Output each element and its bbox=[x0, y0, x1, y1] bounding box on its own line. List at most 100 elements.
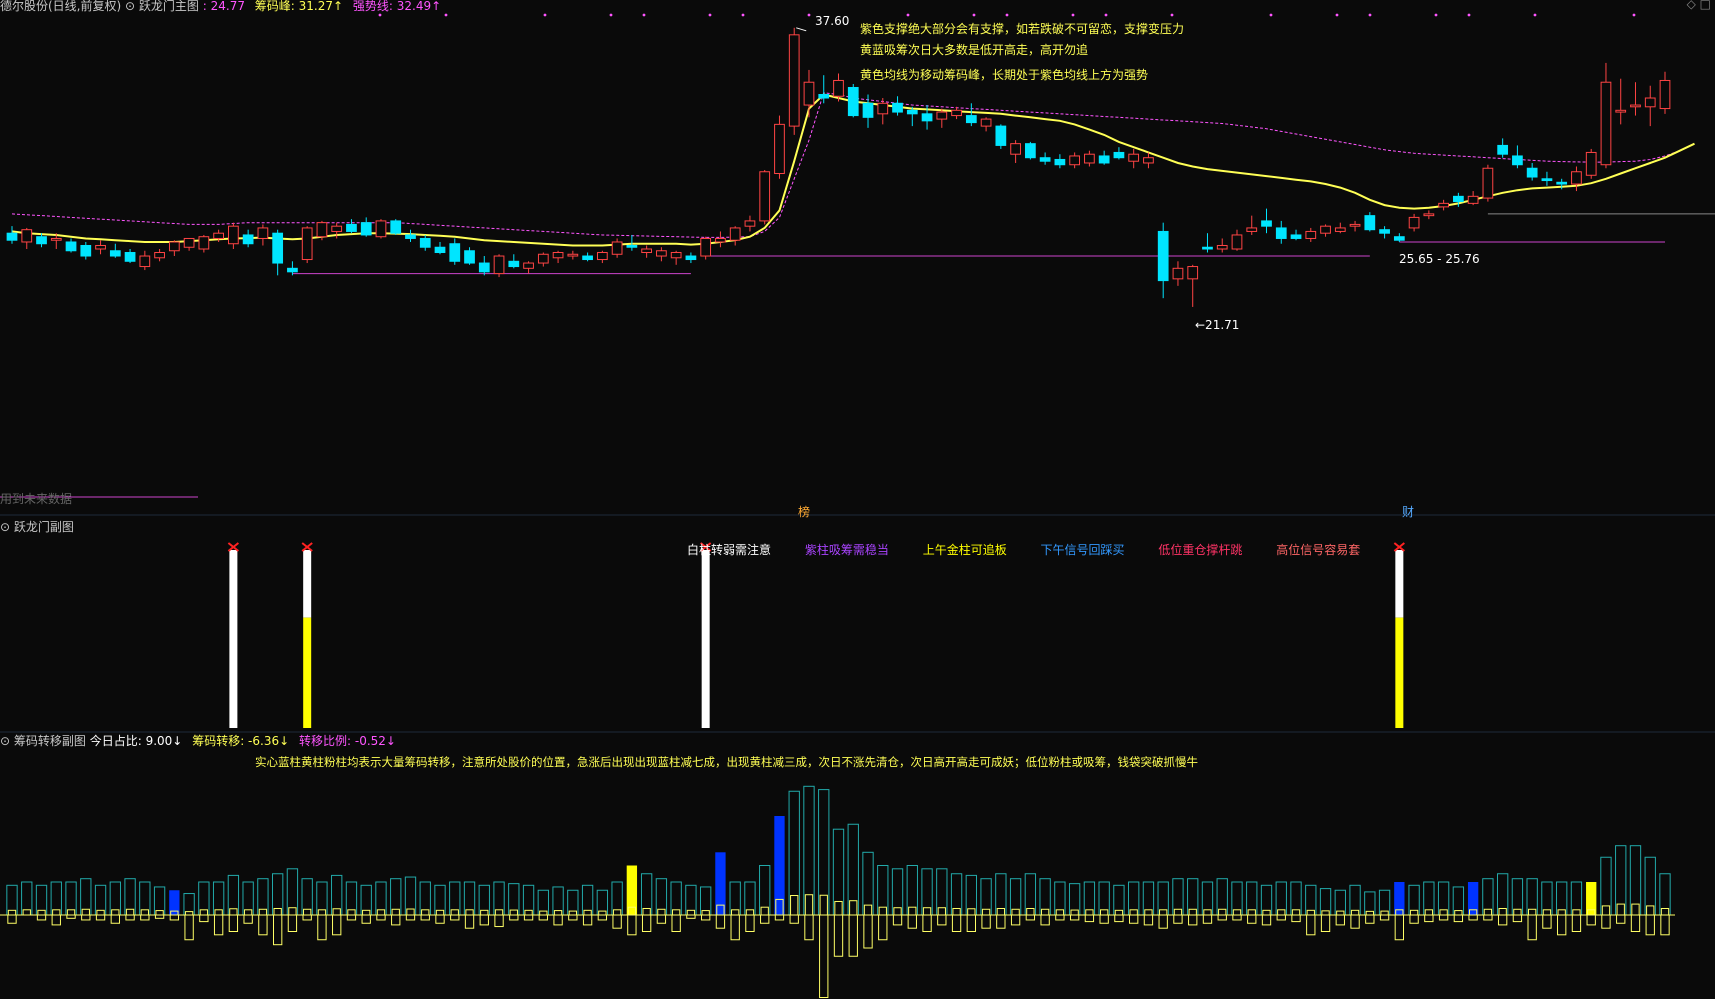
main-indicator-name[interactable]: 跃龙门主图 bbox=[139, 0, 199, 13]
candle-body bbox=[1010, 143, 1021, 155]
chip-transfer-negative-bar bbox=[1173, 914, 1183, 924]
candle-body bbox=[1585, 151, 1597, 176]
window-control-icon[interactable]: ◇ □ bbox=[1687, 0, 1711, 11]
chip-transfer-inner-bar bbox=[1498, 908, 1507, 916]
chip-transfer-negative-bar bbox=[538, 914, 548, 921]
candle-body bbox=[626, 244, 638, 248]
chip-transfer-negative-bar bbox=[1084, 914, 1095, 923]
chip-transfer-negative-bar bbox=[1025, 914, 1036, 921]
chip-transfer-inner-bar bbox=[760, 906, 769, 916]
header-dot bbox=[741, 13, 745, 17]
collapse-circle-icon[interactable]: ⊙ bbox=[125, 0, 135, 13]
chip-transfer-negative-bar bbox=[420, 914, 430, 921]
chip-transfer-negative-bar bbox=[1055, 914, 1065, 921]
candle-body bbox=[1157, 230, 1169, 282]
candle-body bbox=[213, 232, 224, 239]
candle-body bbox=[183, 237, 195, 248]
candle-body bbox=[729, 227, 741, 241]
chip-transfer-inner-bar bbox=[1601, 905, 1611, 916]
chip-transfer-negative-bar bbox=[1335, 914, 1345, 926]
legend-red: 高位信号容易套 bbox=[1276, 543, 1361, 557]
chip-transfer-inner-bar bbox=[790, 895, 799, 916]
candle-body bbox=[1467, 195, 1479, 204]
candle-body bbox=[1246, 227, 1258, 232]
candle-body bbox=[700, 237, 712, 257]
chip-transfer-negative-bar bbox=[199, 914, 209, 923]
chip-transfer-negative-bar bbox=[1099, 914, 1109, 924]
chip-transfer-negative-bar bbox=[1158, 914, 1168, 929]
legend-blue: 下午信号回踩买 bbox=[1040, 543, 1125, 557]
chip-transfer-negative-bar bbox=[1232, 914, 1242, 921]
chip-transfer-inner-bar bbox=[1528, 908, 1537, 916]
candle-body bbox=[508, 260, 520, 268]
chip-transfer-inner-bar bbox=[509, 909, 518, 916]
chip-transfer-inner-bar bbox=[981, 908, 991, 916]
header-dot bbox=[708, 13, 712, 17]
collapse-circle-icon[interactable]: ⊙ bbox=[0, 734, 10, 748]
chip-transfer-inner-bar bbox=[155, 910, 164, 916]
subpanel1-title[interactable]: 跃龙门副图 bbox=[14, 520, 74, 534]
candle-body bbox=[405, 234, 416, 239]
header-dot bbox=[1071, 13, 1075, 17]
header-dot bbox=[1533, 13, 1537, 17]
chip-transfer-inner-bar bbox=[686, 909, 696, 916]
chip-transfer-negative-bar bbox=[272, 914, 283, 946]
chip-transfer-negative-bar bbox=[361, 914, 371, 924]
subpanel1-header: ⊙ 跃龙门副图 bbox=[0, 518, 74, 535]
stock-name-label[interactable]: 德尔股份(日线,前复权) bbox=[0, 0, 121, 13]
chip-transfer-negative-bar bbox=[1365, 914, 1375, 924]
chip-transfer-subpanel[interactable] bbox=[0, 785, 1675, 998]
header-dot bbox=[1269, 13, 1273, 17]
subpanel1-legend: 白柱转弱需注意 紫柱吸筹需稳当 上午金柱可追板 下午信号回踩买 低位重仓撑杆跳 … bbox=[687, 541, 1360, 558]
chip-transfer-negative-bar bbox=[892, 914, 903, 926]
signal-subpanel[interactable] bbox=[227, 542, 1405, 728]
chip-transfer-inner-bar bbox=[184, 911, 194, 916]
chip-transfer-negative-bar bbox=[1557, 914, 1567, 936]
chip-transfer-negative-bar bbox=[553, 914, 563, 926]
chip-transfer-inner-bar bbox=[908, 906, 917, 916]
marker-cai: 财 bbox=[1402, 505, 1415, 519]
chip-transfer-inner-bar bbox=[1099, 909, 1109, 916]
chip-transfer-inner-bar bbox=[1380, 910, 1389, 916]
chip-transfer-negative-bar bbox=[1379, 914, 1390, 921]
chip-transfer-negative-bar bbox=[405, 914, 416, 921]
chip-transfer-inner-bar bbox=[1660, 908, 1670, 916]
signal-gold-bar bbox=[1395, 617, 1404, 728]
candle-body bbox=[744, 220, 756, 227]
strong-line-value: 强势线: 32.49↑ bbox=[352, 0, 442, 13]
candle-body bbox=[1379, 229, 1390, 234]
candle-body bbox=[301, 227, 313, 261]
chip-transfer-inner-bar bbox=[1070, 909, 1079, 916]
chip-transfer-negative-bar bbox=[981, 914, 991, 929]
candle-body bbox=[21, 229, 33, 243]
chip-transfer-negative-bar bbox=[833, 914, 844, 957]
chip-transfer-negative-bar bbox=[582, 914, 593, 926]
header-dot bbox=[1434, 13, 1438, 17]
chip-transfer-negative-bar bbox=[1291, 914, 1301, 923]
candle-body bbox=[847, 86, 859, 117]
collapse-circle-icon[interactable]: ⊙ bbox=[0, 520, 10, 534]
chip-transfer-inner-bar bbox=[480, 909, 489, 916]
legend-pink: 低位重仓撑杆跳 bbox=[1158, 543, 1243, 557]
candle-body bbox=[877, 102, 889, 115]
candle-body bbox=[936, 111, 948, 120]
candle-body bbox=[1187, 266, 1199, 280]
chip-transfer-inner-bar bbox=[642, 908, 651, 916]
candle-body bbox=[331, 225, 343, 232]
chip-transfer-negative-bar bbox=[1306, 914, 1316, 936]
chip-transfer-negative-bar bbox=[1114, 914, 1124, 923]
chip-transfer-negative-bar bbox=[1571, 914, 1582, 932]
chip-transfer-inner-bar bbox=[671, 909, 681, 916]
chip-transfer-inner-bar bbox=[421, 909, 430, 916]
chip-transfer-inner-bar bbox=[450, 909, 459, 916]
chip-transfer-negative-bar bbox=[213, 914, 224, 936]
subpanel2-title[interactable]: 筹码转移副图 bbox=[14, 734, 86, 748]
chip-transfer-inner-bar bbox=[863, 904, 873, 916]
candle-body bbox=[1172, 267, 1184, 280]
chip-transfer-negative-bar bbox=[1261, 914, 1272, 926]
header-dot bbox=[906, 13, 910, 17]
chip-transfer-inner-bar bbox=[288, 907, 297, 916]
chip-transfer-negative-bar bbox=[302, 914, 312, 921]
chip-transfer-inner-bar bbox=[524, 909, 533, 916]
high-marker-arrow bbox=[796, 27, 807, 32]
